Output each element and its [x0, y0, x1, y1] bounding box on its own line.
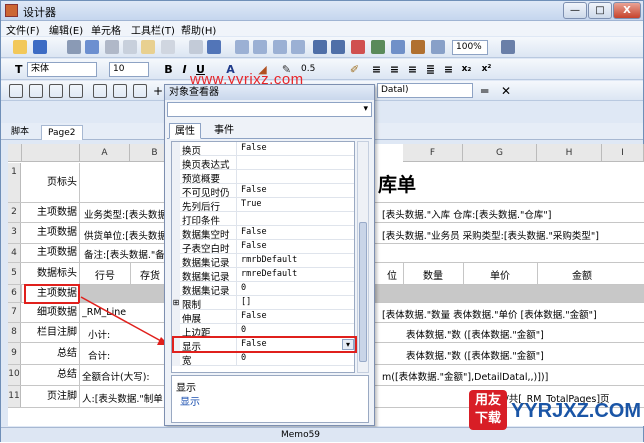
status-object-name: Memo59 [281, 430, 321, 440]
row-gutter [172, 198, 180, 212]
property-scrollbar[interactable] [357, 141, 369, 373]
property-value[interactable]: 0 [239, 353, 246, 363]
property-name: 先列后行 [182, 202, 221, 213]
object-select[interactable]: ▾ [167, 102, 372, 117]
row-gutter [172, 310, 180, 324]
property-name: 换页 [182, 146, 202, 157]
property-value[interactable]: False [239, 241, 267, 251]
property-row[interactable]: 数据集记录 rmrbDefault [172, 254, 354, 269]
logo-text: YYRJXZ.COM [511, 400, 642, 422]
tab-properties[interactable]: 属性 [169, 123, 201, 139]
property-name: 伸展 [182, 314, 202, 325]
property-name: 宽 [182, 356, 192, 367]
property-name: 数据集空时 [182, 230, 230, 241]
property-name: 数据集记录 [182, 272, 230, 283]
property-row[interactable]: 宽0 [172, 352, 354, 367]
row-gutter [172, 282, 180, 296]
property-description: 显示 显示 [171, 375, 369, 423]
property-row[interactable]: ⊞ 限制 [] [172, 296, 354, 311]
tab-events[interactable]: 事件 [209, 123, 239, 139]
property-value[interactable]: rmrbDefault [239, 255, 297, 265]
description-text: 显示 [180, 397, 200, 408]
row-gutter [172, 240, 180, 254]
property-name: 数据集记录 [182, 258, 230, 269]
property-value[interactable]: False [239, 227, 267, 237]
property-row[interactable]: 换页表达式 [172, 156, 354, 171]
property-name: 打印条件 [182, 216, 221, 227]
property-value[interactable]: [] [239, 297, 251, 307]
property-row[interactable]: 换页 False [172, 142, 354, 157]
property-value[interactable]: False [239, 185, 267, 195]
description-title: 显示 [176, 383, 196, 394]
property-name: 限制 [182, 300, 202, 311]
object-inspector: 对象查看器 ▾ 属性 事件 换页 False 换页表达式 预览概要 不可见时仍 Fa… [164, 84, 375, 426]
property-row[interactable]: 数据集记录 0 [172, 282, 354, 297]
logo-cn-top: 用友 [474, 393, 501, 408]
property-value[interactable]: 0 [239, 283, 246, 293]
highlight-box-display [172, 336, 357, 353]
row-gutter [172, 352, 180, 366]
property-row[interactable]: 伸展 False [172, 310, 354, 325]
property-row[interactable]: 子表空白时 False [172, 240, 354, 255]
property-row[interactable]: 数据集记录 rmreDefault [172, 268, 354, 283]
expand-icon[interactable]: ⊞ [172, 296, 180, 310]
row-gutter [172, 212, 180, 226]
property-name: 子表空白时 [182, 244, 230, 255]
property-name: 数据集记录 [182, 286, 230, 297]
property-name: 换页表达式 [182, 160, 230, 171]
property-value[interactable]: False [239, 143, 267, 153]
status-bar: Memo59 [1, 427, 643, 442]
row-gutter [172, 184, 180, 198]
row-gutter [172, 142, 180, 156]
inspector-tabs: 属性 事件 [167, 123, 372, 139]
property-value[interactable]: rmreDefault [239, 269, 297, 279]
property-row[interactable]: 先列后行 True [172, 198, 354, 213]
property-value[interactable]: 0 [239, 325, 246, 335]
property-row[interactable]: 预览概要 [172, 170, 354, 185]
property-row[interactable]: 打印条件 [172, 212, 354, 227]
chevron-down-icon[interactable]: ▾ [363, 104, 368, 114]
inspector-title: 对象查看器 [165, 85, 374, 100]
property-value[interactable]: False [239, 311, 267, 321]
logo-badge: 用友 下载 [469, 390, 507, 430]
arrow-line [80, 296, 162, 342]
logo-cn-bottom: 下载 [474, 411, 501, 426]
property-row[interactable]: 数据集空时 False [172, 226, 354, 241]
property-name: 不可见时仍 [182, 188, 230, 199]
row-gutter [172, 170, 180, 184]
property-row[interactable]: 不可见时仍 False [172, 184, 354, 199]
row-gutter [172, 254, 180, 268]
property-name: 预览概要 [182, 174, 221, 185]
scrollbar-thumb[interactable] [359, 222, 367, 362]
designer-window: 设计器 — □ X 文件(F) 编辑(E) 单元格 工具栏(T) 帮助(H) 1… [0, 0, 644, 442]
row-gutter [172, 156, 180, 170]
row-gutter [172, 226, 180, 240]
row-gutter [172, 268, 180, 282]
property-value[interactable]: True [239, 199, 261, 209]
